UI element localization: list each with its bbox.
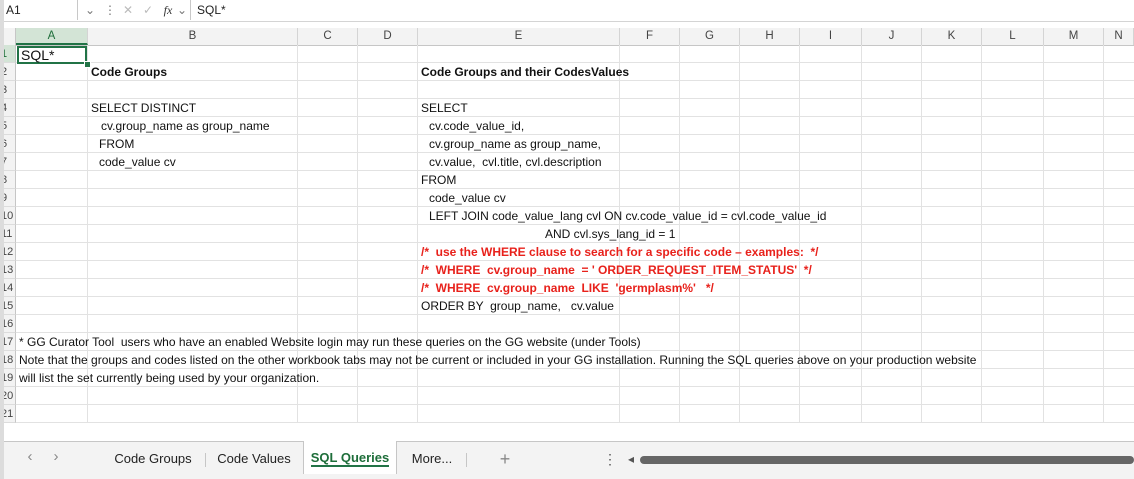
formula-bar: A1 ⌄ ⋮ ✕ ✓ fx ⌄ SQL* — [0, 0, 1134, 22]
column-header-l[interactable]: L — [982, 28, 1044, 45]
cell-e13[interactable]: /* WHERE cv.group_name = ' ORDER_REQUEST… — [421, 261, 812, 279]
cell-e12[interactable]: /* use the WHERE clause to search for a … — [421, 243, 818, 261]
column-header-i[interactable]: I — [800, 28, 862, 45]
column-header-j[interactable]: J — [862, 28, 922, 45]
tab-sql-queries[interactable]: SQL Queries — [303, 441, 397, 474]
column-header-h[interactable]: H — [740, 28, 800, 45]
prev-sheet-icon[interactable]: ‹ — [22, 448, 38, 465]
formula-input[interactable]: SQL* — [190, 0, 1130, 20]
column-header-k[interactable]: K — [922, 28, 982, 45]
fx-dropdown-icon[interactable]: ⌄ — [176, 0, 188, 20]
gridline-horizontal — [16, 422, 1134, 423]
confirm-icon[interactable]: ✓ — [140, 0, 156, 20]
spreadsheet-window: A1 ⌄ ⋮ ✕ ✓ fx ⌄ SQL* ABCDEFGHIJKLMN 1234… — [0, 0, 1134, 479]
gridline-vertical — [1043, 45, 1044, 423]
cell-e15[interactable]: ORDER BY group_name, cv.value — [421, 297, 614, 315]
column-header-m[interactable]: M — [1044, 28, 1104, 45]
gridline-horizontal — [16, 404, 1134, 405]
window-edge — [0, 0, 4, 479]
cell-e14[interactable]: /* WHERE cv.group_name LIKE 'germplasm%'… — [421, 279, 714, 297]
cell-b2[interactable]: Code Groups — [91, 63, 167, 81]
more-options-icon[interactable]: ⋮ — [104, 0, 116, 20]
cell-a1[interactable]: SQL* — [21, 46, 54, 64]
cell-e7[interactable]: cv.value, cvl.title, cvl.description — [429, 153, 602, 171]
cell-b5[interactable]: cv.group_name as group_name — [101, 117, 270, 135]
column-header-b[interactable]: B — [88, 28, 298, 45]
add-sheet-icon[interactable]: + — [490, 442, 520, 474]
cancel-icon[interactable]: ✕ — [120, 0, 136, 20]
cell-e11[interactable]: AND cvl.sys_lang_id = 1 — [545, 225, 675, 243]
cell-e6[interactable]: cv.group_name as group_name, — [429, 135, 601, 153]
column-header-f[interactable]: F — [620, 28, 680, 45]
cell-a19[interactable]: will list the set currently being used b… — [19, 369, 319, 387]
sheet-tab-bar: ‹ › Code Groups Code Values SQL Queries … — [0, 441, 1134, 479]
cell-e2[interactable]: Code Groups and their CodesValues — [421, 63, 629, 81]
cell-a17[interactable]: * GG Curator Tool users who have an enab… — [19, 333, 641, 351]
column-header-n[interactable]: N — [1104, 28, 1134, 45]
tab-bar-menu-icon[interactable]: ⋮ — [603, 442, 617, 474]
name-box[interactable]: A1 — [0, 0, 78, 20]
scroll-left-icon[interactable]: ◂ — [624, 442, 638, 474]
tab-code-groups[interactable]: Code Groups — [108, 442, 198, 474]
fill-handle[interactable] — [84, 61, 91, 68]
insert-function-icon[interactable]: fx — [160, 0, 176, 20]
cell-e10[interactable]: LEFT JOIN code_value_lang cvl ON cv.code… — [429, 207, 826, 225]
cell-e4[interactable]: SELECT — [421, 99, 468, 117]
tab-more[interactable]: More... — [402, 442, 462, 474]
column-header-g[interactable]: G — [680, 28, 740, 45]
next-sheet-icon[interactable]: › — [48, 448, 64, 465]
column-header-a[interactable]: A — [16, 28, 88, 45]
column-header-d[interactable]: D — [358, 28, 418, 45]
cell-b4[interactable]: SELECT DISTINCT — [91, 99, 196, 117]
tab-sql-queries-label: SQL Queries — [310, 450, 390, 465]
cell-b7[interactable]: code_value cv — [99, 153, 176, 171]
gridline-vertical — [1103, 45, 1104, 423]
cell-e5[interactable]: cv.code_value_id, — [429, 117, 524, 135]
name-box-dropdown-icon[interactable]: ⌄ — [82, 0, 98, 20]
cell-b6[interactable]: FROM — [99, 135, 134, 153]
horizontal-scrollbar[interactable] — [640, 456, 1134, 464]
column-header-bar: ABCDEFGHIJKLMN — [0, 28, 1134, 46]
cell-e9[interactable]: code_value cv — [429, 189, 506, 207]
column-header-c[interactable]: C — [298, 28, 358, 45]
column-header-e[interactable]: E — [418, 28, 620, 45]
cell-e8[interactable]: FROM — [421, 171, 456, 189]
cell-a18[interactable]: Note that the groups and codes listed on… — [19, 351, 976, 369]
gridline-vertical — [981, 45, 982, 423]
gridline-horizontal — [16, 188, 1134, 189]
tab-code-values[interactable]: Code Values — [210, 442, 298, 474]
